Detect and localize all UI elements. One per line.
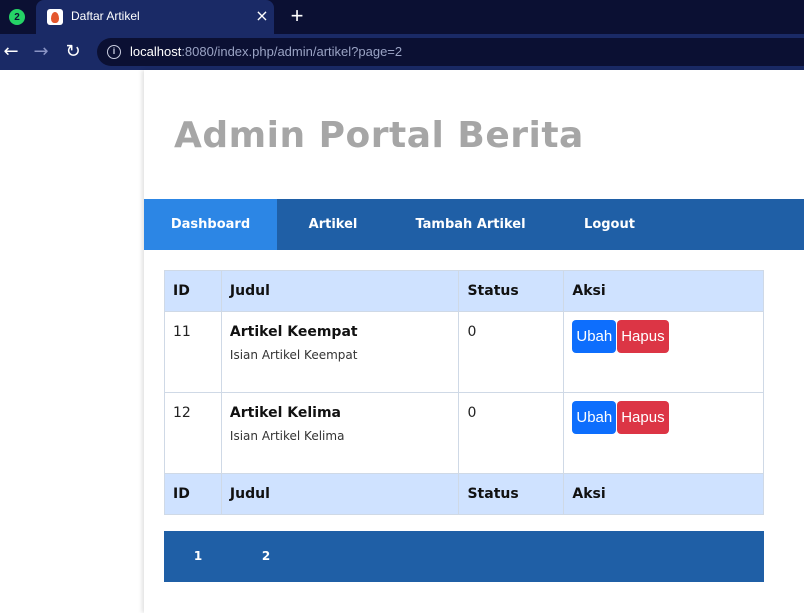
article-title: Artikel Kelima	[229, 405, 341, 421]
cell-aksi: Ubah Hapus	[563, 311, 764, 393]
nav-item-tambah-artikel[interactable]: Tambah Artikel	[389, 199, 552, 250]
codeigniter-favicon-icon	[47, 9, 63, 25]
content-container: Admin Portal Berita Dashboard Artikel Ta…	[144, 70, 804, 613]
cell-aksi: Ubah Hapus	[563, 392, 764, 474]
article-body: Isian Artikel Keempat	[229, 348, 358, 362]
pagination: 1 2	[164, 531, 764, 582]
pinned-tab-badge: 2	[14, 11, 20, 23]
nav-item-logout[interactable]: Logout	[552, 199, 667, 250]
page-viewport: Admin Portal Berita Dashboard Artikel Ta…	[0, 70, 804, 613]
article-body: Isian Artikel Kelima	[229, 429, 345, 443]
footer-header-status: Status	[458, 473, 565, 515]
table-header-row: ID Judul Status Aksi	[164, 270, 764, 312]
column-header-status: Status	[458, 270, 565, 312]
site-title: Admin Portal Berita	[174, 115, 584, 156]
site-info-icon[interactable]: i	[107, 45, 121, 59]
address-bar[interactable]: i localhost:8080/index.php/admin/artikel…	[97, 38, 804, 66]
cell-judul: Artikel Kelima Isian Artikel Kelima	[220, 392, 460, 474]
cell-id: 12	[164, 392, 222, 474]
footer-header-id: ID	[164, 473, 222, 515]
browser-toolbar: ← → ↻ i localhost:8080/index.php/admin/a…	[0, 34, 804, 70]
nav-item-dashboard[interactable]: Dashboard	[144, 199, 277, 250]
cell-id: 11	[164, 311, 222, 393]
cell-status: 0	[458, 311, 565, 393]
article-title: Artikel Keempat	[229, 324, 358, 340]
delete-button[interactable]: Hapus	[617, 401, 669, 434]
new-tab-button[interactable]: +	[286, 5, 308, 27]
url-path: :8080/index.php/admin/artikel?page=2	[181, 44, 403, 59]
table-footer-row: ID Judul Status Aksi	[164, 473, 764, 515]
tab-title: Daftar Artikel	[71, 9, 140, 23]
back-arrow-icon[interactable]: ←	[0, 41, 22, 63]
cell-status: 0	[458, 392, 565, 474]
browser-tab-bar: 2 Daftar Artikel × +	[0, 0, 804, 34]
edit-button[interactable]: Ubah	[572, 401, 617, 434]
page-link-2[interactable]: 2	[251, 531, 281, 582]
main-nav: Dashboard Artikel Tambah Artikel Logout	[144, 199, 804, 250]
footer-header-aksi: Aksi	[563, 473, 764, 515]
column-header-judul: Judul	[220, 270, 460, 312]
edit-button[interactable]: Ubah	[572, 320, 617, 353]
table-row: 12 Artikel Kelima Isian Artikel Kelima 0…	[164, 392, 764, 474]
url-host: localhost	[130, 44, 182, 59]
column-header-aksi: Aksi	[563, 270, 764, 312]
tab-close-icon[interactable]: ×	[252, 6, 272, 26]
cell-judul: Artikel Keempat Isian Artikel Keempat	[220, 311, 460, 393]
page-link-1[interactable]: 1	[183, 531, 213, 582]
forward-arrow-icon[interactable]: →	[30, 41, 52, 63]
nav-item-artikel[interactable]: Artikel	[277, 199, 389, 250]
active-tab[interactable]: Daftar Artikel ×	[36, 0, 274, 34]
reload-icon[interactable]: ↻	[62, 41, 84, 63]
whatsapp-icon: 2	[9, 9, 25, 25]
table-row: 11 Artikel Keempat Isian Artikel Keempat…	[164, 311, 764, 393]
footer-header-judul: Judul	[220, 473, 460, 515]
url-text[interactable]: localhost:8080/index.php/admin/artikel?p…	[130, 44, 402, 59]
delete-button[interactable]: Hapus	[617, 320, 669, 353]
pinned-tab[interactable]: 2	[0, 0, 34, 34]
articles-table: ID Judul Status Aksi 11 Artikel Keempat …	[164, 270, 764, 515]
column-header-id: ID	[164, 270, 222, 312]
